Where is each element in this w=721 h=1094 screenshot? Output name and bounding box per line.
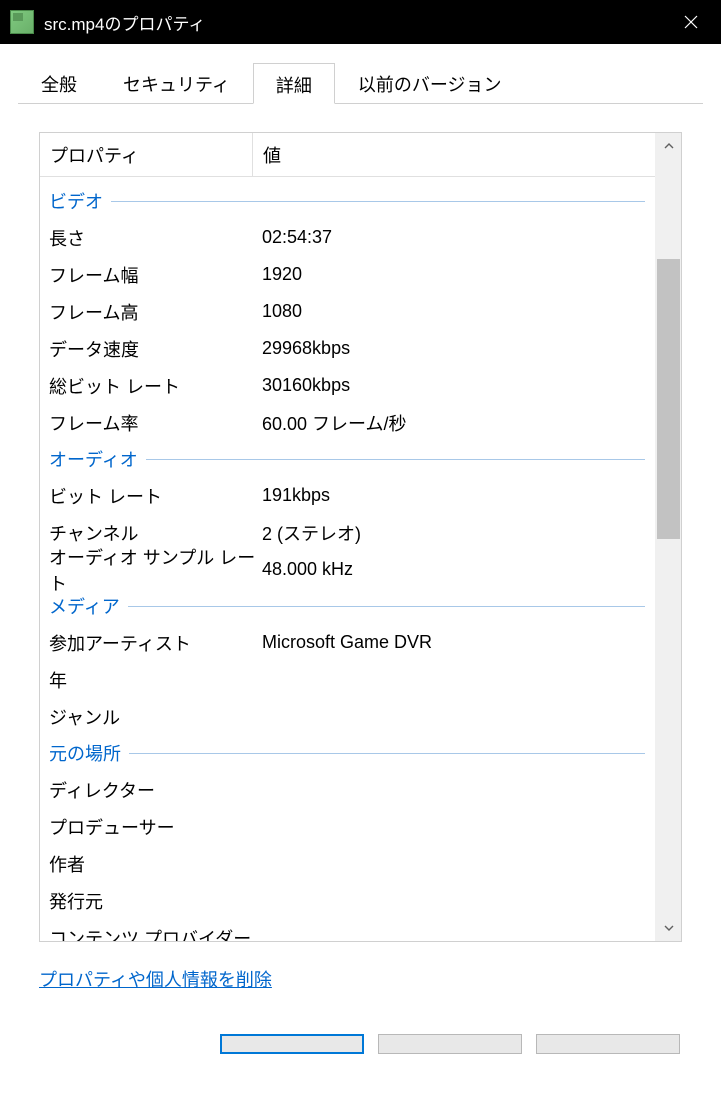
dialog-button-row bbox=[39, 1034, 682, 1054]
tab-security[interactable]: セキュリティ bbox=[100, 62, 253, 103]
property-list-box: プロパティ 値 ビデオ 長さ 02:54:37 フレーム幅 1920 bbox=[39, 132, 682, 942]
label-author: 作者 bbox=[49, 851, 262, 877]
close-button[interactable] bbox=[661, 0, 721, 44]
cancel-button[interactable] bbox=[378, 1034, 522, 1054]
scroll-up-button[interactable] bbox=[656, 133, 681, 159]
tab-body-details: プロパティ 値 ビデオ 長さ 02:54:37 フレーム幅 1920 bbox=[18, 104, 703, 1064]
row-frame-rate[interactable]: フレーム率 60.00 フレーム/秒 bbox=[40, 404, 655, 441]
label-publisher: 発行元 bbox=[49, 888, 262, 914]
scroll-thumb[interactable] bbox=[657, 259, 680, 539]
titlebar: src.mp4のプロパティ bbox=[0, 0, 721, 44]
group-header-video: ビデオ bbox=[40, 183, 655, 219]
tab-previous-versions[interactable]: 以前のバージョン bbox=[335, 62, 525, 103]
tab-details[interactable]: 詳細 bbox=[253, 63, 335, 104]
label-producer: プロデューサー bbox=[49, 814, 262, 840]
value-channels: 2 (ステレオ) bbox=[262, 520, 645, 546]
close-icon bbox=[684, 15, 698, 29]
value-frame-width: 1920 bbox=[262, 264, 645, 285]
label-data-rate: データ速度 bbox=[49, 336, 262, 362]
group-header-origin: 元の場所 bbox=[40, 735, 655, 771]
label-content-provider: コンテンツ プロバイダー bbox=[49, 925, 262, 942]
group-line bbox=[146, 459, 645, 460]
group-header-audio: オーディオ bbox=[40, 441, 655, 477]
label-frame-height: フレーム高 bbox=[49, 299, 262, 325]
row-frame-width[interactable]: フレーム幅 1920 bbox=[40, 256, 655, 293]
value-artist: Microsoft Game DVR bbox=[262, 632, 645, 653]
group-line bbox=[128, 606, 645, 607]
row-genre[interactable]: ジャンル bbox=[40, 698, 655, 735]
scroll-down-button[interactable] bbox=[656, 915, 681, 941]
scrollbar[interactable] bbox=[655, 133, 681, 941]
header-property[interactable]: プロパティ bbox=[40, 133, 253, 176]
remove-properties-link[interactable]: プロパティや個人情報を削除 bbox=[39, 966, 272, 992]
row-frame-height[interactable]: フレーム高 1080 bbox=[40, 293, 655, 330]
window-title: src.mp4のプロパティ bbox=[44, 10, 661, 35]
row-director[interactable]: ディレクター bbox=[40, 771, 655, 808]
property-scroll-area: ビデオ 長さ 02:54:37 フレーム幅 1920 フレーム高 1080 bbox=[40, 177, 655, 941]
chevron-up-icon bbox=[664, 143, 674, 149]
group-label-media: メディア bbox=[49, 593, 120, 619]
value-frame-height: 1080 bbox=[262, 301, 645, 322]
label-frame-width: フレーム幅 bbox=[49, 262, 262, 288]
row-year[interactable]: 年 bbox=[40, 661, 655, 698]
value-total-bitrate: 30160kbps bbox=[262, 375, 645, 396]
group-label-video: ビデオ bbox=[49, 188, 103, 214]
value-audio-bitrate: 191kbps bbox=[262, 485, 645, 506]
group-line bbox=[111, 201, 645, 202]
file-icon bbox=[10, 10, 34, 34]
row-producer[interactable]: プロデューサー bbox=[40, 808, 655, 845]
header-value[interactable]: 値 bbox=[253, 133, 655, 176]
property-list-header: プロパティ 値 bbox=[40, 133, 655, 177]
label-sample-rate: オーディオ サンプル レート bbox=[49, 544, 262, 596]
row-audio-bitrate[interactable]: ビット レート 191kbps bbox=[40, 477, 655, 514]
value-length: 02:54:37 bbox=[262, 227, 645, 248]
label-channels: チャンネル bbox=[49, 520, 262, 546]
label-artist: 参加アーティスト bbox=[49, 630, 262, 656]
row-artist[interactable]: 参加アーティスト Microsoft Game DVR bbox=[40, 624, 655, 661]
tab-bar: 全般 セキュリティ 詳細 以前のバージョン bbox=[18, 62, 703, 104]
value-sample-rate: 48.000 kHz bbox=[262, 559, 645, 580]
row-sample-rate[interactable]: オーディオ サンプル レート 48.000 kHz bbox=[40, 551, 655, 588]
group-line bbox=[129, 753, 645, 754]
label-total-bitrate: 総ビット レート bbox=[49, 373, 262, 399]
label-year: 年 bbox=[49, 667, 262, 693]
ok-button[interactable] bbox=[220, 1034, 364, 1054]
group-label-origin: 元の場所 bbox=[49, 740, 121, 766]
row-author[interactable]: 作者 bbox=[40, 845, 655, 882]
row-data-rate[interactable]: データ速度 29968kbps bbox=[40, 330, 655, 367]
row-length[interactable]: 長さ 02:54:37 bbox=[40, 219, 655, 256]
label-director: ディレクター bbox=[49, 777, 262, 803]
dialog-content: 全般 セキュリティ 詳細 以前のバージョン プロパティ 値 ビデオ 長さ bbox=[0, 44, 721, 1064]
tab-general[interactable]: 全般 bbox=[18, 62, 100, 103]
row-content-provider[interactable]: コンテンツ プロバイダー bbox=[40, 919, 655, 941]
label-audio-bitrate: ビット レート bbox=[49, 483, 262, 509]
label-genre: ジャンル bbox=[49, 704, 262, 730]
value-frame-rate: 60.00 フレーム/秒 bbox=[262, 410, 645, 436]
apply-button[interactable] bbox=[536, 1034, 680, 1054]
value-data-rate: 29968kbps bbox=[262, 338, 645, 359]
row-total-bitrate[interactable]: 総ビット レート 30160kbps bbox=[40, 367, 655, 404]
row-publisher[interactable]: 発行元 bbox=[40, 882, 655, 919]
property-list: プロパティ 値 ビデオ 長さ 02:54:37 フレーム幅 1920 bbox=[40, 133, 655, 941]
label-frame-rate: フレーム率 bbox=[49, 410, 262, 436]
chevron-down-icon bbox=[664, 925, 674, 931]
label-length: 長さ bbox=[49, 225, 262, 251]
scroll-track[interactable] bbox=[656, 159, 681, 915]
group-label-audio: オーディオ bbox=[49, 446, 138, 472]
